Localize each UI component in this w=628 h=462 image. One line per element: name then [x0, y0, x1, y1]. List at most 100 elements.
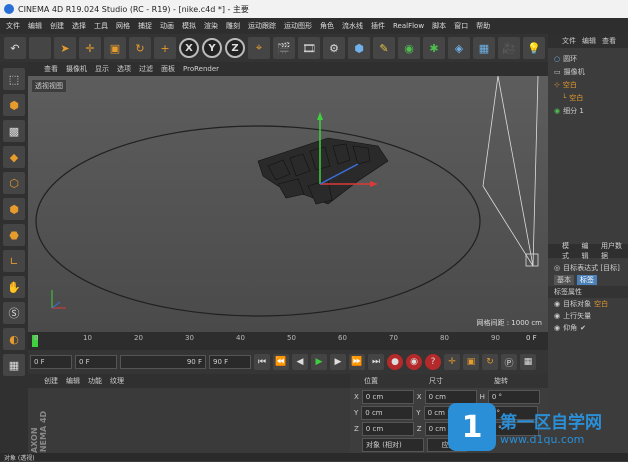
position-y-field[interactable]: 0 cm	[361, 406, 414, 420]
next-key-icon[interactable]: ⏩	[349, 354, 365, 370]
menu-item[interactable]: 运动图形	[284, 21, 312, 31]
render-picture-viewer-icon[interactable]: 🎞	[298, 37, 320, 59]
start-frame-field[interactable]: 0 F	[75, 355, 117, 369]
coordinate-system-icon[interactable]: ⌖	[248, 37, 270, 59]
next-frame-icon[interactable]: ▶	[330, 354, 346, 370]
attr-tab-basic[interactable]: 基本	[554, 275, 574, 285]
radio-icon[interactable]: ◉	[554, 312, 560, 320]
redo-button[interactable]	[29, 37, 51, 59]
cube-icon[interactable]: ⬢	[348, 37, 370, 59]
snap-icon[interactable]: Ⓢ	[3, 302, 25, 324]
workplane-lock-icon[interactable]: ◐	[3, 328, 25, 350]
menu-item[interactable]: 文件	[6, 21, 20, 31]
radio-icon[interactable]: ◉	[554, 324, 560, 332]
edges-mode-icon[interactable]: ⬢	[3, 198, 25, 220]
radio-icon[interactable]: ◉	[554, 300, 560, 308]
subdivision-icon[interactable]: ◉	[398, 37, 420, 59]
key-position-icon[interactable]: ✛	[444, 354, 460, 370]
obj-menu-view[interactable]: 查看	[602, 36, 616, 46]
viewport-menu-item[interactable]: 摄像机	[66, 64, 87, 74]
add-tool-icon[interactable]: +	[154, 37, 176, 59]
attr-tab-tag[interactable]: 标签	[577, 275, 597, 285]
cloner-icon[interactable]: ✱	[423, 37, 445, 59]
menu-item[interactable]: 流水线	[342, 21, 363, 31]
camera-icon[interactable]: 🎥	[498, 37, 520, 59]
viewport-menu-item[interactable]: 面板	[161, 64, 175, 74]
position-x-field[interactable]: 0 cm	[361, 390, 414, 404]
menu-item[interactable]: 网格	[116, 21, 130, 31]
move-tool-icon[interactable]: ✛	[79, 37, 101, 59]
pen-icon[interactable]: ✎	[373, 37, 395, 59]
prev-frame-icon[interactable]: ◀	[292, 354, 308, 370]
y-axis-lock-button[interactable]: Y	[202, 38, 222, 58]
render-view-icon[interactable]: 🎬	[273, 37, 295, 59]
viewport-menu-item[interactable]: ProRender	[183, 65, 219, 73]
grid-icon[interactable]: ▦	[3, 354, 25, 376]
checkbox-icon[interactable]: ✔	[580, 324, 586, 332]
model-mode-icon[interactable]: ⬢	[3, 94, 25, 116]
timeline-ruler[interactable]: 0 10 20 30 40 50 60 70 80 90 0 F	[28, 332, 548, 350]
key-rotation-icon[interactable]: ↻	[482, 354, 498, 370]
undo-button[interactable]: ↶	[4, 37, 26, 59]
attr-menu-mode[interactable]: 模式	[562, 241, 576, 261]
menu-item[interactable]: 角色	[320, 21, 334, 31]
coord-mode-select[interactable]: 对象 (相对)	[362, 438, 424, 452]
current-frame-field[interactable]: 0 F	[30, 355, 72, 369]
preview-range-slider[interactable]: 90 F	[120, 355, 206, 369]
object-row-torus[interactable]: ○ 圆环	[548, 52, 628, 65]
floor-icon[interactable]: ▦	[473, 37, 495, 59]
menu-item[interactable]: 动画	[160, 21, 174, 31]
axis-mode-icon[interactable]: ∟	[3, 250, 25, 272]
viewport-menu-item[interactable]: 显示	[95, 64, 109, 74]
menu-item[interactable]: 工具	[94, 21, 108, 31]
end-frame-field[interactable]: 90 F	[209, 355, 251, 369]
goto-end-icon[interactable]: ⏭	[368, 354, 384, 370]
key-scale-icon[interactable]: ▣	[463, 354, 479, 370]
auto-key-icon[interactable]: ◉	[406, 354, 422, 370]
viewport-menu-item[interactable]: 过滤	[139, 64, 153, 74]
keyframe-selection-icon[interactable]: ?	[425, 354, 441, 370]
menu-item[interactable]: 窗口	[454, 21, 468, 31]
object-row-camera[interactable]: ▭ 摄像机	[548, 65, 628, 78]
obj-menu-edit[interactable]: 编辑	[582, 36, 596, 46]
attr-menu-edit[interactable]: 编辑	[582, 241, 596, 261]
texture-mode-icon[interactable]: ▩	[3, 120, 25, 142]
target-object-value[interactable]: 空白	[594, 299, 608, 309]
menu-item[interactable]: 选择	[72, 21, 86, 31]
material-menu-edit[interactable]: 编辑	[66, 376, 80, 386]
object-row-null-child[interactable]: └ 空白	[548, 91, 628, 104]
workplane-icon[interactable]: ◆	[3, 146, 25, 168]
x-axis-lock-button[interactable]: X	[179, 38, 199, 58]
prev-key-icon[interactable]: ⏪	[273, 354, 289, 370]
goto-start-icon[interactable]: ⏮	[254, 354, 270, 370]
viewport-menu-item[interactable]: 选项	[117, 64, 131, 74]
rotate-tool-icon[interactable]: ↻	[129, 37, 151, 59]
position-z-field[interactable]: 0 cm	[361, 422, 414, 436]
z-axis-lock-button[interactable]: Z	[225, 38, 245, 58]
tweak-mode-icon[interactable]: ✋	[3, 276, 25, 298]
menu-item[interactable]: 模拟	[182, 21, 196, 31]
material-menu-function[interactable]: 功能	[88, 376, 102, 386]
scale-tool-icon[interactable]: ▣	[104, 37, 126, 59]
menu-item[interactable]: 创建	[50, 21, 64, 31]
play-icon[interactable]: ▶	[311, 354, 327, 370]
obj-menu-file[interactable]: 文件	[562, 36, 576, 46]
deformer-icon[interactable]: ◈	[448, 37, 470, 59]
render-settings-icon[interactable]: ⚙	[323, 37, 345, 59]
attr-menu-userdata[interactable]: 用户数据	[601, 241, 628, 261]
record-icon[interactable]: ●	[387, 354, 403, 370]
menu-item[interactable]: 脚本	[432, 21, 446, 31]
menu-item[interactable]: 运动跟踪	[248, 21, 276, 31]
polygons-mode-icon[interactable]: ⬣	[3, 224, 25, 246]
menu-item[interactable]: 帮助	[476, 21, 490, 31]
viewport-menu-item[interactable]: 查看	[44, 64, 58, 74]
select-tool-icon[interactable]: ➤	[54, 37, 76, 59]
menu-item[interactable]: 插件	[371, 21, 385, 31]
menu-item[interactable]: RealFlow	[393, 22, 424, 30]
material-menu-create[interactable]: 创建	[44, 376, 58, 386]
key-param-icon[interactable]: Ⓟ	[501, 354, 517, 370]
light-icon[interactable]: 💡	[523, 37, 545, 59]
menu-item[interactable]: 编辑	[28, 21, 42, 31]
menu-item[interactable]: 雕刻	[226, 21, 240, 31]
key-pla-icon[interactable]: ▦	[520, 354, 536, 370]
